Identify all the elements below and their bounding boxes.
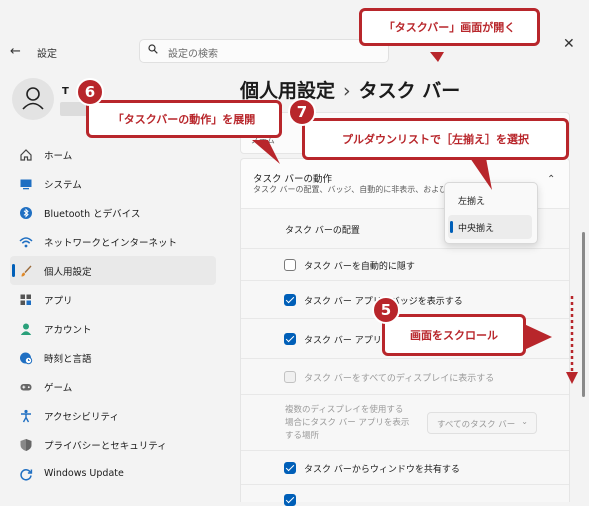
callout-6-pointer xyxy=(252,140,280,164)
callout-text: プルダウンリストで［左揃え］を選択 xyxy=(342,133,529,146)
callout-text: 「タスクバー」画面が開く xyxy=(383,21,516,34)
callout-select-left-align: プルダウンリストで［左揃え］を選択 xyxy=(302,118,569,160)
callout-taskbar-opens: 「タスクバー」画面が開く xyxy=(359,8,540,46)
callout-5-pointer xyxy=(524,324,552,350)
callout-top-pointer xyxy=(430,52,444,62)
callout-7-pointer xyxy=(470,158,492,190)
scroll-arrow-head xyxy=(566,372,578,384)
step-7-badge: 7 xyxy=(288,98,316,126)
callout-text: 「タスクバーの動作」を展開 xyxy=(112,113,256,126)
annotation-arrows xyxy=(252,52,578,384)
callout-scroll: 画面をスクロール xyxy=(382,314,526,356)
callout-expand-behaviors: 「タスクバーの動作」を展開 xyxy=(86,100,282,138)
callout-text: 画面をスクロール xyxy=(410,329,498,342)
step-5-badge: 5 xyxy=(372,296,400,324)
step-6-badge: 6 xyxy=(76,78,104,106)
